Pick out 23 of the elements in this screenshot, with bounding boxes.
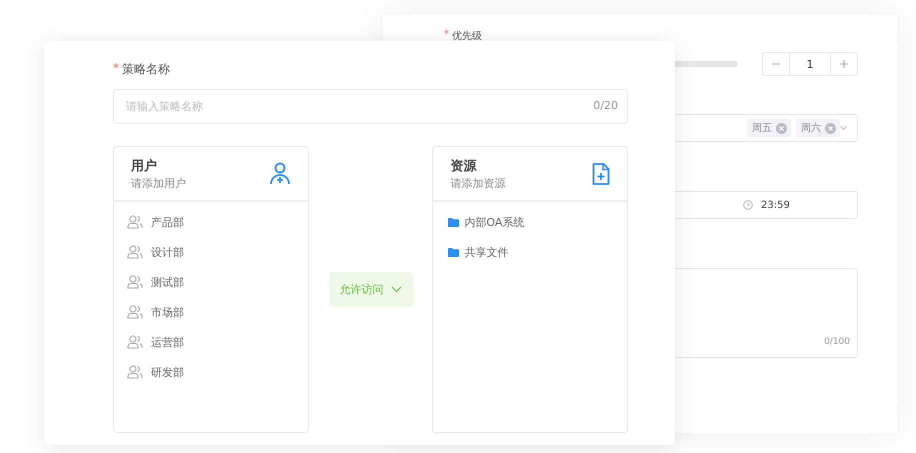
priority-label: 优先级 <box>452 30 482 44</box>
required-mark: * <box>444 29 449 42</box>
stepper-value: 1 <box>806 58 814 70</box>
char-count: 0/20 <box>593 99 618 112</box>
user-group-item[interactable]: 测试部 <box>114 267 308 297</box>
panel-title: 用户 <box>131 158 158 174</box>
resource-item[interactable]: 内部OA系统 <box>433 207 627 237</box>
user-group-item[interactable]: 研发部 <box>114 357 308 387</box>
user-group-item[interactable]: 设计部 <box>114 237 308 267</box>
user-group-item[interactable]: 运营部 <box>114 327 308 357</box>
panel-subtitle: 请添加用户 <box>131 176 186 190</box>
panel-subtitle: 请添加资源 <box>450 176 506 190</box>
user-group-item[interactable]: 市场部 <box>114 297 308 327</box>
panel-title: 资源 <box>450 158 478 174</box>
user-group-item[interactable]: 产品部 <box>114 207 308 237</box>
required-mark: * <box>113 61 119 77</box>
time-value: 23:59 <box>761 200 790 210</box>
number-stepper[interactable]: 1 <box>762 52 858 76</box>
resource-item[interactable]: 共享文件 <box>433 237 627 267</box>
field-label: 策略名称 <box>122 61 170 78</box>
char-count: 0/100 <box>824 337 850 347</box>
tag-label: 周六 <box>801 122 821 135</box>
tag-label: 周五 <box>752 122 772 135</box>
